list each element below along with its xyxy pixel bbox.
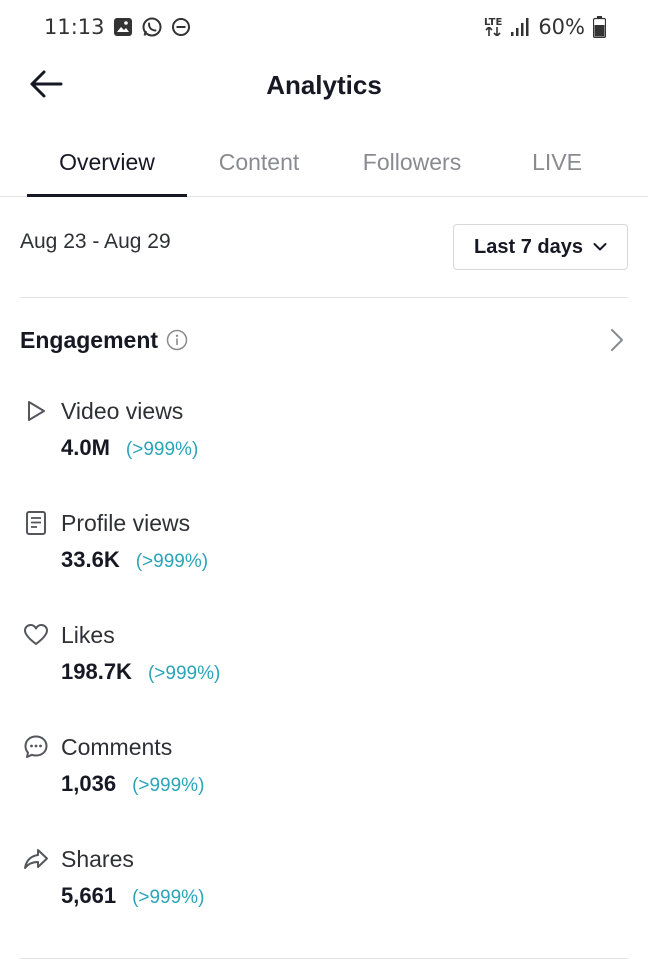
play-icon [22, 397, 50, 425]
tab-overview[interactable]: Overview [27, 128, 187, 197]
back-arrow-icon [30, 70, 63, 98]
metric-label: Profile views [61, 510, 191, 536]
info-icon[interactable] [166, 329, 188, 351]
status-right: LTE 60% [484, 15, 606, 39]
status-left: 11:13 [44, 15, 191, 39]
signal-icon [510, 17, 530, 37]
date-range: Aug 23 - Aug 29 [20, 230, 171, 253]
tab-followers[interactable]: Followers [346, 128, 478, 196]
metric-value: 198.7K [61, 659, 132, 684]
metric-value: 4.0M [61, 435, 110, 460]
metric-label: Shares [61, 846, 134, 872]
engagement-header[interactable]: Engagement [20, 318, 628, 362]
battery-percent: 60% [538, 15, 585, 39]
metric-values: 1,036 (>999%) [61, 771, 204, 797]
lte-icon: LTE [484, 18, 502, 36]
share-icon [22, 845, 50, 873]
battery-icon [593, 16, 606, 38]
network-type: LTE [483, 17, 503, 28]
tab-live[interactable]: LIVE [515, 128, 599, 196]
metric-video-views: Video views 4.0M (>999%) [20, 397, 620, 477]
metric-likes: Likes 198.7K (>999%) [20, 621, 620, 701]
period-selected-label: Last 7 days [474, 235, 583, 258]
tab-bar: Overview Content Followers LIVE [0, 128, 648, 197]
comment-icon [22, 733, 50, 761]
metric-value: 5,661 [61, 883, 117, 908]
page-title: Analytics [266, 69, 382, 100]
divider [20, 958, 628, 959]
header: Analytics [0, 54, 648, 116]
do-not-disturb-icon [171, 17, 191, 37]
metric-values: 4.0M (>999%) [61, 435, 198, 461]
analytics-screen: 11:13 LTE 60% Analytics Overview Content… [0, 0, 648, 976]
metric-label: Comments [61, 734, 173, 760]
back-button[interactable] [26, 64, 66, 104]
chevron-down-icon [593, 243, 607, 251]
metric-change: (>999%) [132, 887, 205, 908]
metric-change: (>999%) [147, 663, 221, 684]
metric-change: (>999%) [135, 551, 209, 572]
metric-label: Video views [61, 398, 184, 424]
profile-page-icon [22, 509, 50, 537]
metric-value: 1,036 [61, 771, 117, 796]
whatsapp-notification-icon [141, 16, 163, 38]
heart-icon [22, 621, 50, 649]
metric-values: 33.6K (>999%) [61, 547, 208, 573]
gallery-notification-icon [113, 17, 133, 37]
metric-value: 33.6K [61, 547, 120, 572]
metric-change: (>999%) [132, 775, 205, 796]
metric-comments: Comments 1,036 (>999%) [20, 733, 620, 813]
metric-values: 198.7K (>999%) [61, 659, 220, 685]
tab-content[interactable]: Content [199, 128, 319, 196]
section-title: Engagement [20, 326, 159, 353]
metric-values: 5,661 (>999%) [61, 883, 204, 909]
metric-change: (>999%) [125, 439, 199, 460]
metric-shares: Shares 5,661 (>999%) [20, 845, 620, 925]
chevron-right-icon [610, 328, 624, 357]
period-dropdown[interactable]: Last 7 days [453, 224, 628, 270]
metric-label: Likes [61, 622, 115, 648]
status-bar: 11:13 LTE 60% [0, 0, 648, 54]
metric-profile-views: Profile views 33.6K (>999%) [20, 509, 620, 589]
divider [20, 297, 628, 298]
status-time: 11:13 [44, 15, 105, 39]
